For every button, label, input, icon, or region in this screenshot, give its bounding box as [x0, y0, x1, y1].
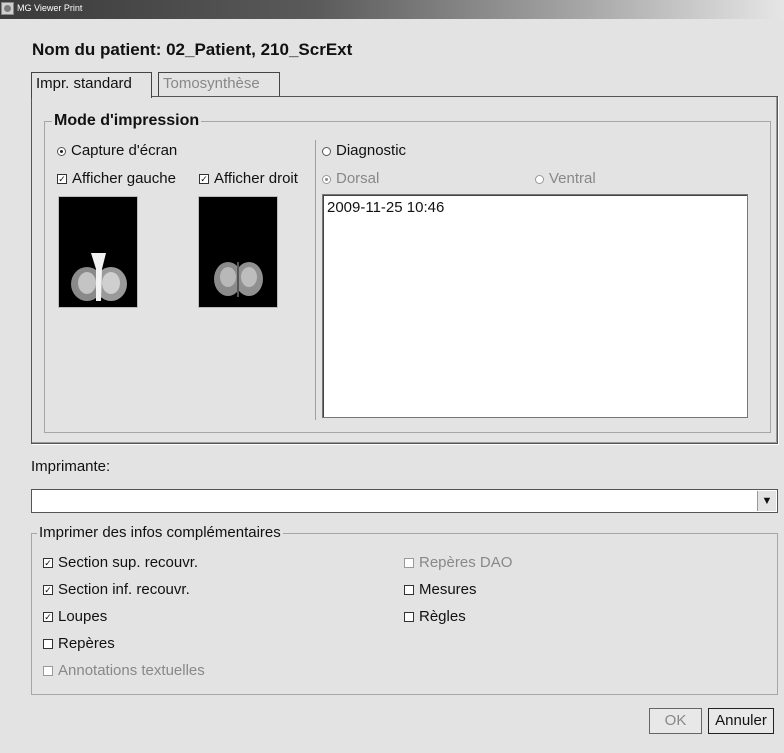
show-right-label: Afficher droit	[214, 170, 298, 187]
title-bar[interactable]: MG Viewer Print	[0, 0, 784, 19]
mammogram-left-image	[71, 253, 127, 301]
dorsal-label: Dorsal	[336, 170, 380, 187]
cad-markers-label: Repères DAO	[419, 554, 513, 571]
radio-indicator	[535, 174, 544, 184]
cad-markers-checkbox[interactable]: Repères DAO	[404, 554, 512, 571]
checkbox-indicator	[43, 666, 53, 677]
screen-capture-radio[interactable]: Capture d'écran	[57, 142, 177, 159]
checkbox-indicator	[43, 612, 53, 623]
radio-indicator	[57, 146, 66, 156]
show-left-label: Afficher gauche	[72, 170, 176, 187]
dropdown-arrow-icon[interactable]: ▼	[757, 491, 776, 511]
radio-indicator	[322, 174, 331, 184]
measurements-label: Mesures	[419, 581, 477, 598]
checkbox-indicator	[199, 174, 209, 185]
markers-checkbox[interactable]: Repères	[43, 635, 115, 652]
checkbox-indicator	[404, 612, 414, 623]
bottom-overlap-section-label: Section inf. recouvr.	[58, 581, 190, 598]
tab-standard-print[interactable]: Impr. standard	[31, 72, 152, 98]
study-list[interactable]: 2009-11-25 10:46	[322, 194, 748, 418]
radio-indicator	[322, 146, 331, 156]
magnifiers-checkbox[interactable]: Loupes	[43, 608, 107, 625]
study-list-item[interactable]: 2009-11-25 10:46	[327, 199, 444, 216]
bottom-overlap-section-checkbox[interactable]: Section inf. recouvr.	[43, 581, 190, 598]
top-overlap-section-checkbox[interactable]: Section sup. recouvr.	[43, 554, 198, 571]
checkbox-indicator	[57, 174, 67, 185]
text-annotations-label: Annotations textuelles	[58, 662, 205, 679]
diagnostic-label: Diagnostic	[336, 142, 407, 159]
left-image-thumbnail[interactable]	[58, 196, 138, 308]
window-title: MG Viewer Print	[17, 3, 83, 13]
measurements-checkbox[interactable]: Mesures	[404, 581, 477, 598]
tab-tomosynthesis[interactable]: Tomosynthèse	[158, 72, 280, 96]
ventral-radio[interactable]: Ventral	[535, 170, 596, 187]
text-annotations-checkbox[interactable]: Annotations textuelles	[43, 662, 205, 679]
checkbox-indicator	[43, 585, 53, 596]
right-image-thumbnail[interactable]	[198, 196, 278, 308]
show-right-checkbox[interactable]: Afficher droit	[199, 170, 298, 187]
markers-label: Repères	[58, 635, 115, 652]
checkbox-indicator	[43, 558, 53, 569]
extra-info-group-title: Imprimer des infos complémentaires	[37, 524, 283, 541]
checkbox-indicator	[43, 639, 53, 650]
screen-capture-label: Capture d'écran	[71, 142, 178, 159]
ventral-label: Ventral	[549, 170, 596, 187]
checkbox-indicator	[404, 585, 414, 596]
magnifiers-label: Loupes	[58, 608, 108, 625]
app-icon	[1, 2, 14, 15]
ok-button[interactable]: OK	[649, 708, 702, 734]
dorsal-radio[interactable]: Dorsal	[322, 170, 379, 187]
patient-name-label: Nom du patient: 02_Patient, 210_ScrExt	[32, 40, 353, 59]
tab-tomosynthesis-label: Tomosynthèse	[163, 75, 260, 92]
checkbox-indicator	[404, 558, 414, 569]
top-overlap-section-label: Section sup. recouvr.	[58, 554, 199, 571]
show-left-checkbox[interactable]: Afficher gauche	[57, 170, 176, 187]
mammogram-right-image	[214, 262, 263, 297]
rulers-checkbox[interactable]: Règles	[404, 608, 466, 625]
diagnostic-radio[interactable]: Diagnostic	[322, 142, 406, 159]
printer-label: Imprimante:	[31, 458, 111, 475]
print-mode-group-title: Mode d'impression	[52, 112, 202, 130]
printer-select[interactable]: ▼	[31, 489, 778, 513]
rulers-label: Règles	[419, 608, 466, 625]
tab-standard-print-label: Impr. standard	[36, 75, 132, 92]
cancel-button[interactable]: Annuler	[708, 708, 774, 734]
column-divider	[315, 140, 316, 420]
